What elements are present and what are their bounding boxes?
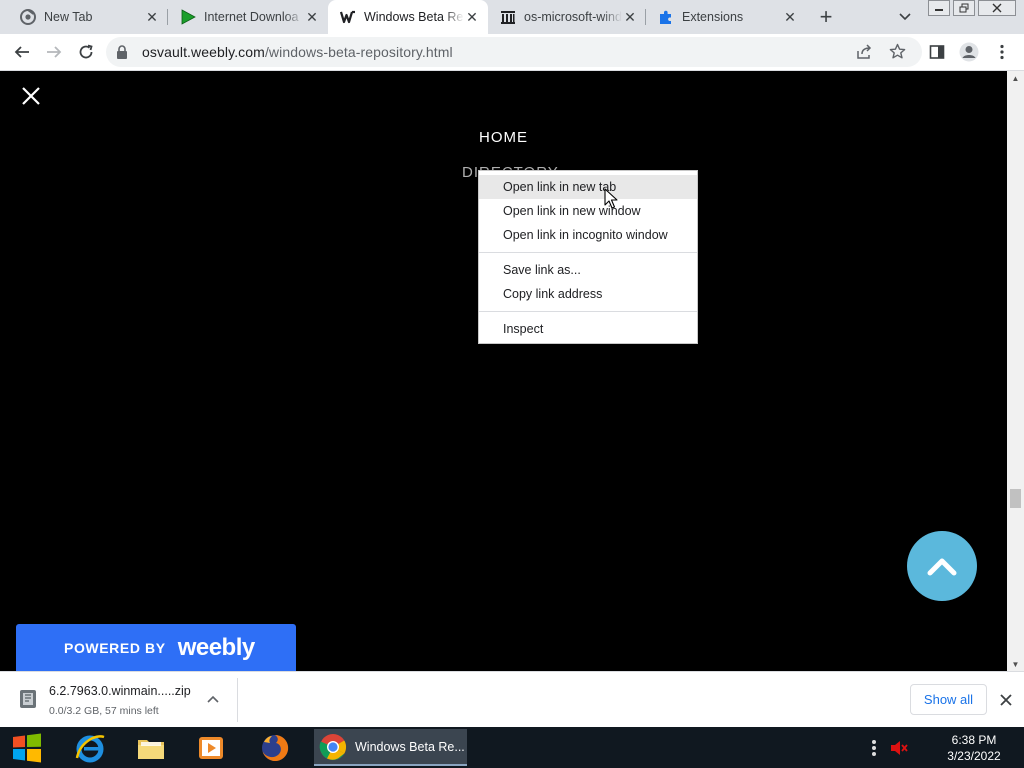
close-tab-icon[interactable]: ✕ [782, 9, 798, 25]
tab-new-tab[interactable]: New Tab ✕ [8, 0, 168, 34]
puzzle-icon [658, 9, 674, 25]
profile-button[interactable] [955, 38, 983, 66]
context-menu: Open link in new tab Open link in new wi… [478, 170, 698, 344]
side-panel-icon [929, 45, 945, 59]
url-host: osvault.weebly.com [142, 44, 265, 60]
url-text[interactable]: osvault.weebly.com/windows-beta-reposito… [142, 44, 453, 60]
reload-button[interactable] [72, 38, 100, 66]
clock-time: 6:38 PM [951, 733, 997, 747]
close-tab-icon[interactable]: ✕ [622, 9, 638, 25]
chrome-logo-icon [319, 733, 347, 760]
start-button[interactable] [6, 729, 48, 766]
close-window-button[interactable] [978, 0, 1016, 16]
chevron-up-icon [927, 558, 957, 576]
close-tab-icon[interactable]: ✕ [464, 9, 480, 25]
menu-button[interactable] [988, 38, 1016, 66]
download-options-button[interactable] [204, 690, 222, 708]
close-shelf-button[interactable] [996, 690, 1016, 710]
windows-logo-icon [13, 733, 41, 762]
powered-by-label: POWERED BY [64, 639, 166, 656]
clock-date: 3/23/2022 [947, 749, 1001, 763]
tab-title: Extensions [682, 10, 744, 24]
tab-title: New Tab [44, 10, 93, 24]
close-menu-button[interactable] [20, 85, 42, 107]
menu-separator [479, 252, 697, 253]
page-scrollbar[interactable]: ▲ ▼ [1007, 71, 1024, 671]
minimize-button[interactable] [928, 0, 950, 16]
tab-search-icon[interactable] [895, 8, 915, 26]
page-viewport: HOME DIRECTORY POWERED BY weebly [0, 71, 1007, 671]
tray-overflow-icon[interactable] [869, 739, 879, 757]
new-tab-button[interactable]: + [814, 4, 838, 29]
open-in-new-window-item[interactable]: Open link in new window [479, 199, 697, 223]
close-tab-icon[interactable]: ✕ [304, 9, 320, 25]
open-in-new-tab-item[interactable]: Open link in new tab [479, 175, 697, 199]
kebab-menu-icon [1000, 44, 1004, 60]
open-in-incognito-item[interactable]: Open link in incognito window [479, 223, 697, 247]
tab-extensions[interactable]: Extensions ✕ [646, 0, 806, 34]
taskbar-window-title: Windows Beta Re... [355, 739, 465, 754]
save-link-as-item[interactable]: Save link as... [479, 258, 697, 282]
close-tab-icon[interactable]: ✕ [144, 9, 160, 25]
chrome-icon [20, 9, 36, 25]
scroll-up-arrow[interactable]: ▲ [1007, 71, 1024, 85]
browser-toolbar: osvault.weebly.com/windows-beta-reposito… [0, 34, 1024, 71]
restore-button[interactable] [953, 0, 975, 16]
download-shelf: 6.2.7963.0.winmain.....zip 0.0/3.2 GB, 5… [0, 671, 1024, 727]
speaker-muted-icon[interactable] [889, 739, 909, 757]
media-player-icon[interactable] [190, 729, 232, 766]
avatar-icon [959, 42, 979, 62]
address-bar[interactable]: osvault.weebly.com/windows-beta-reposito… [106, 37, 922, 67]
zip-file-icon[interactable] [18, 688, 38, 710]
firefox-icon[interactable] [254, 729, 296, 766]
powered-by-weebly-banner[interactable]: POWERED BY weebly [16, 624, 296, 671]
download-status: 0.0/3.2 GB, 57 mins left [49, 705, 159, 717]
back-to-top-button[interactable] [907, 531, 977, 601]
show-all-button[interactable]: Show all [910, 684, 987, 715]
tab-title: Windows Beta Re [364, 10, 464, 24]
mouse-cursor-icon [604, 188, 618, 213]
windows-taskbar: Windows Beta Re... 6:38 PM 3/23/2022 [0, 727, 1024, 768]
play-icon [180, 9, 196, 25]
chevron-up-icon [207, 695, 219, 703]
archive-icon [500, 9, 516, 25]
nav-link-home[interactable]: HOME [0, 129, 1007, 146]
shelf-divider [237, 678, 238, 722]
arrow-right-icon [47, 46, 62, 58]
tab-os-microsoft[interactable]: os-microsoft-wind ✕ [488, 0, 646, 34]
menu-separator [479, 311, 697, 312]
back-button[interactable] [8, 38, 36, 66]
bookmark-star-icon[interactable] [889, 43, 906, 63]
weebly-icon [340, 9, 356, 25]
weebly-logo: weebly [177, 633, 256, 661]
copy-link-address-item[interactable]: Copy link address [479, 282, 697, 306]
tab-title: Internet Downloa [204, 10, 299, 24]
arrow-left-icon [14, 46, 29, 58]
internet-explorer-icon[interactable] [68, 729, 112, 766]
tab-title: os-microsoft-wind [524, 10, 622, 24]
system-clock[interactable]: 6:38 PM 3/23/2022 [930, 732, 1018, 764]
url-path: /windows-beta-repository.html [264, 44, 453, 60]
tab-windows-beta[interactable]: Windows Beta Re ✕ [328, 0, 488, 34]
scroll-thumb[interactable] [1010, 489, 1021, 508]
inspect-item[interactable]: Inspect [479, 317, 697, 341]
share-icon[interactable] [856, 44, 872, 63]
scroll-down-arrow[interactable]: ▼ [1007, 657, 1024, 671]
forward-button[interactable] [40, 38, 68, 66]
tab-strip: New Tab ✕ Internet Downloa ✕ Windows Bet… [0, 0, 1024, 34]
lock-icon[interactable] [116, 45, 128, 62]
close-icon [22, 87, 40, 105]
close-icon [1000, 694, 1012, 706]
download-file-name[interactable]: 6.2.7963.0.winmain.....zip [49, 684, 191, 698]
tab-internet-download[interactable]: Internet Downloa ✕ [168, 0, 328, 34]
reload-icon [79, 44, 93, 59]
side-panel-button[interactable] [923, 38, 951, 66]
file-explorer-icon[interactable] [130, 729, 172, 766]
taskbar-chrome-window[interactable]: Windows Beta Re... [314, 729, 467, 766]
